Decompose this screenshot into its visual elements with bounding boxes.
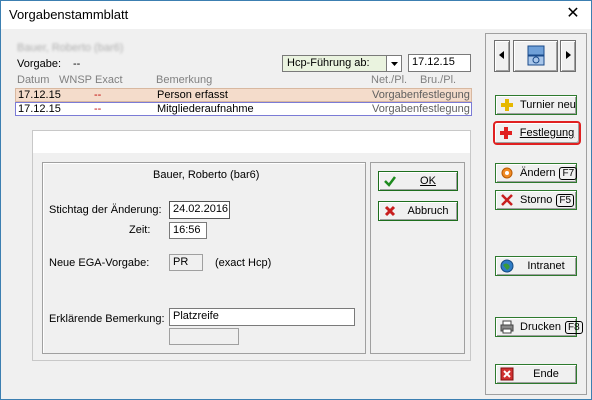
bemerkung-input[interactable]: Platzreife	[169, 308, 355, 326]
intranet-label: Intranet	[527, 260, 565, 272]
col-wnsp: WNSP	[59, 74, 92, 86]
person-name: Bauer, Roberto (bar6)	[17, 42, 124, 54]
navigator-icon	[523, 42, 549, 71]
storno-button[interactable]: Storno F5	[495, 190, 577, 210]
dialog-title-bar	[33, 131, 470, 153]
zeit-label: Zeit:	[129, 224, 151, 236]
ega-value: PR	[169, 254, 203, 271]
navigator-button[interactable]	[513, 40, 558, 72]
table-row[interactable]: 17.12.15 -- Person erfasst Vorgabenfestl…	[15, 88, 472, 102]
ende-label: Ende	[533, 368, 559, 380]
col-net: Net./Pl.	[371, 74, 408, 86]
intranet-button[interactable]: Intranet	[495, 256, 577, 276]
row-info: Vorgabenfestlegung	[372, 103, 470, 115]
row-bemerkung: Mitgliederaufnahme	[157, 103, 254, 115]
prev-button[interactable]	[494, 40, 510, 72]
drucken-label: Drucken	[520, 321, 561, 333]
chevron-left-icon	[497, 50, 507, 63]
row-datum: 17.12.15	[18, 103, 61, 115]
change-dialog: Bauer, Roberto (bar6) Stichtag der Änder…	[32, 130, 471, 361]
dialog-button-panel: OK Abbruch	[370, 162, 465, 354]
col-exact: Exact	[95, 74, 123, 86]
close-icon	[500, 193, 514, 207]
turnier-label: Turnier neu	[520, 99, 576, 111]
bemerkung-label: Erklärende Bemerkung:	[49, 313, 165, 325]
row-bemerkung: Person erfasst	[157, 89, 228, 101]
check-icon	[383, 174, 397, 188]
hcp-select[interactable]: Hcp-Führung ab:	[282, 55, 402, 72]
cancel-icon	[383, 204, 397, 218]
hcp-select-label: Hcp-Führung ab:	[287, 57, 370, 69]
table-row[interactable]: 17.12.15 -- Mitgliederaufnahme Vorgabenf…	[15, 102, 472, 116]
ega-label: Neue EGA-Vorgabe:	[49, 257, 150, 269]
close-icon[interactable]: ✕	[561, 3, 585, 25]
plus-icon	[500, 98, 514, 112]
ok-button[interactable]: OK	[378, 171, 458, 191]
chevron-right-icon	[563, 50, 573, 63]
zeit-input[interactable]: 16:56	[169, 222, 207, 239]
festlegung-label: Festlegung	[519, 127, 575, 139]
row-datum: 17.12.15	[18, 89, 61, 101]
next-button[interactable]	[560, 40, 576, 72]
vorgabe-label: Vorgabe:	[17, 58, 62, 70]
aendern-label: Ändern	[520, 167, 556, 179]
col-bru: Bru./Pl.	[420, 74, 457, 86]
aendern-button[interactable]: Ändern F7	[495, 163, 578, 183]
title-bar: Vorgabenstammblatt ✕	[1, 1, 591, 29]
row-wnsp: --	[94, 89, 102, 101]
sidebar-panel: Turnier neu Festlegung Ändern F7 Storno …	[485, 33, 587, 395]
ok-label: OK	[420, 175, 436, 187]
festlegung-button[interactable]: Festlegung	[493, 121, 581, 145]
dialog-form-panel: Bauer, Roberto (bar6) Stichtag der Änder…	[42, 162, 366, 354]
drucken-key: F8	[564, 320, 583, 334]
ende-button[interactable]: Ende	[495, 364, 577, 384]
bemerkung-input-2[interactable]	[169, 328, 239, 345]
row-info: Vorgabenfestlegung	[372, 89, 470, 101]
main-window: Vorgabenstammblatt ✕ Bauer, Roberto (bar…	[0, 0, 592, 400]
vorgabe-value: --	[73, 58, 81, 70]
edit-icon	[500, 166, 514, 180]
stichtag-label: Stichtag der Änderung:	[49, 204, 162, 216]
chevron-down-icon[interactable]	[386, 56, 401, 71]
dialog-person: Bauer, Roberto (bar6)	[153, 169, 260, 181]
printer-icon	[500, 320, 514, 334]
abbruch-button[interactable]: Abbruch	[378, 201, 458, 221]
globe-icon	[500, 259, 514, 273]
drucken-button[interactable]: Drucken F8	[495, 317, 583, 337]
turnier-neu-button[interactable]: Turnier neu	[495, 95, 577, 115]
hcp-date-input[interactable]: 17.12.15	[408, 54, 471, 72]
ega-suffix: (exact Hcp)	[215, 257, 272, 269]
stichtag-input[interactable]: 24.02.2016	[169, 201, 230, 219]
col-bemerkung: Bemerkung	[156, 74, 213, 86]
row-wnsp: --	[94, 103, 102, 115]
storno-key: F5	[556, 193, 575, 207]
aendern-key: F7	[559, 166, 578, 180]
storno-label: Storno	[520, 194, 553, 206]
window-title: Vorgabenstammblatt	[9, 7, 129, 22]
exit-icon	[500, 367, 514, 381]
cross-icon	[499, 126, 513, 140]
abbruch-label: Abbruch	[407, 205, 449, 217]
col-datum: Datum	[17, 74, 50, 86]
